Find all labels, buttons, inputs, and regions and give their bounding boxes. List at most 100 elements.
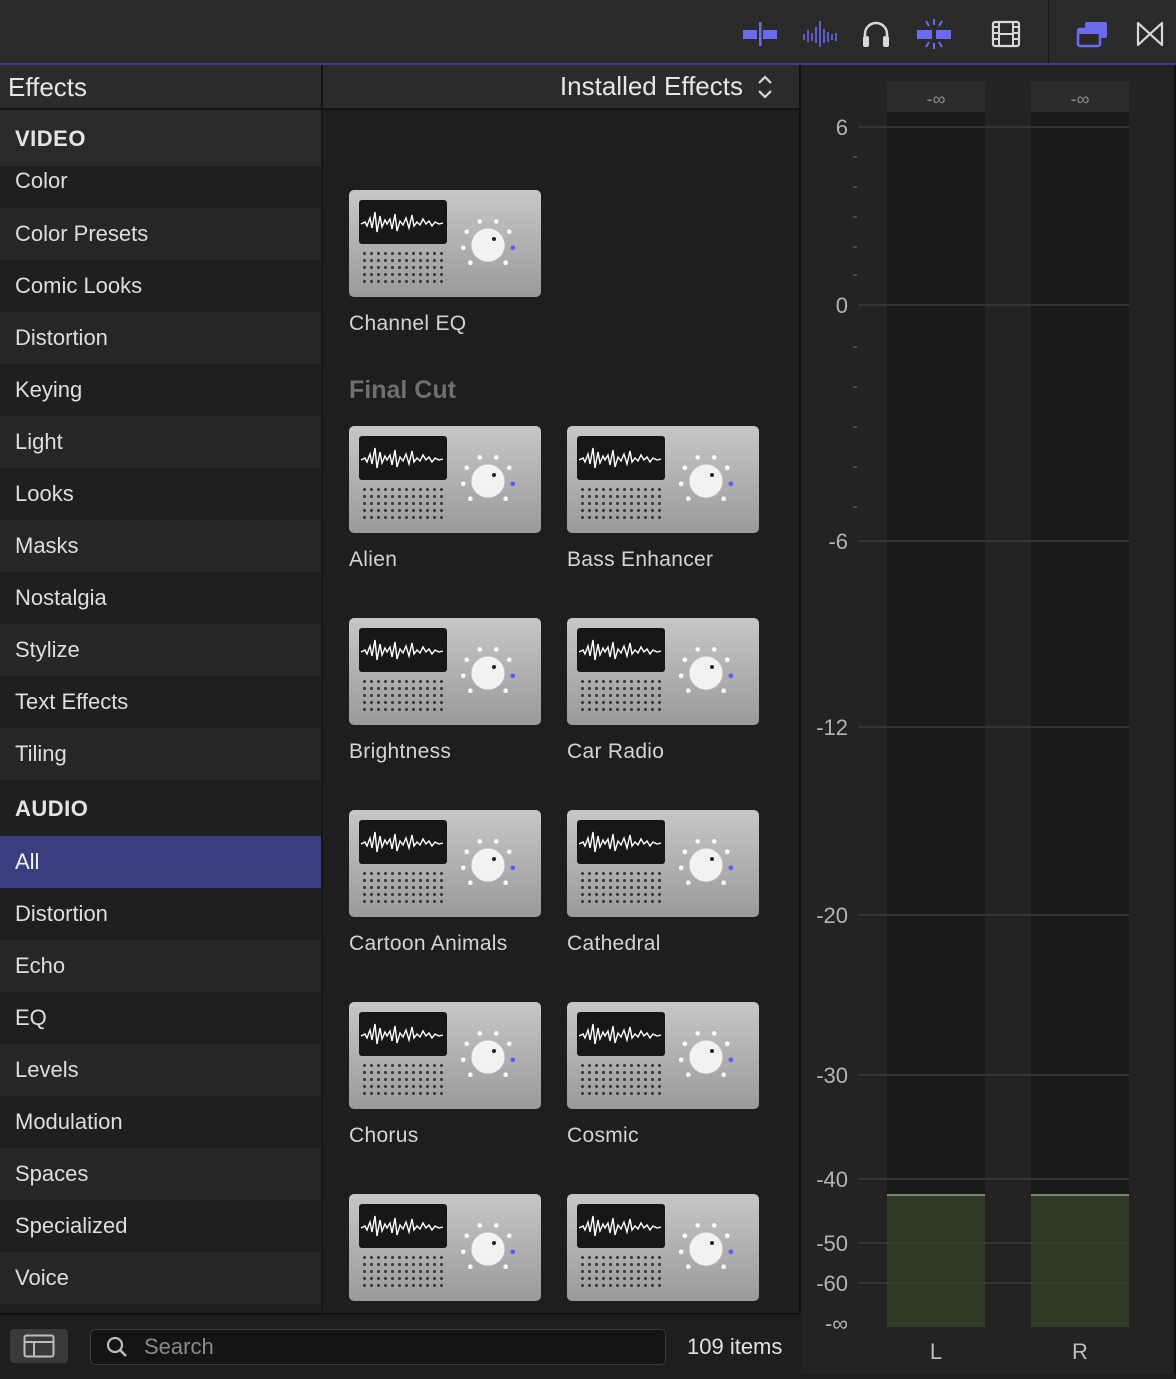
effect-tile-chorus[interactable]: Chorus [349,1002,541,1148]
scale-label: 6 [836,115,848,140]
items-count: 109 items [687,1334,783,1359]
speaker-grille-icon [361,678,447,714]
meter-channel-background [1031,112,1129,1327]
audio-effect-thumbnail [349,1002,541,1109]
waveform-screen-icon [577,1204,665,1248]
audio-effect-thumbnail [349,618,541,725]
sidebar-item-echo[interactable]: Echo [0,940,321,992]
effect-tile-cartoon-animals[interactable]: Cartoon Animals [349,810,541,956]
waveform-screen-icon [359,200,447,244]
effect-label: Channel EQ [349,312,467,335]
audio-effect-thumbnail [567,1002,759,1109]
effect-label: Bass Enhancer [567,548,714,571]
search-input[interactable] [144,1334,634,1360]
sidebar-item-spaces[interactable]: Spaces [0,1148,321,1200]
sidebar-item-nostalgia[interactable]: Nostalgia [0,572,321,624]
scale-label: -40 [816,1167,848,1192]
effect-tile-doubler[interactable]: Doubler [567,1194,759,1313]
meter-level-fill [1031,1195,1129,1327]
sidebar-item-keying[interactable]: Keying [0,364,321,416]
knob-icon [678,1031,734,1077]
knob-icon [460,839,516,885]
effect-tile-cosmic[interactable]: Cosmic [567,1002,759,1148]
waveform-screen-icon [359,628,447,672]
speaker-grille-icon [579,870,665,906]
sidebar-item-color[interactable]: Color [0,166,321,208]
audio-effect-thumbnail [349,190,541,297]
speaker-grille-icon [361,250,447,286]
speaker-grille-icon [361,1062,447,1098]
effect-label: Cathedral [567,932,661,955]
audio-effect-thumbnail [567,426,759,533]
speaker-grille-icon [579,678,665,714]
search-icon [106,1336,127,1357]
scale-label: -30 [816,1063,848,1088]
knob-icon [460,455,516,501]
meter-channel-background [887,112,985,1327]
knob-icon [460,219,516,265]
popup-chevron-icon[interactable] [755,73,775,101]
scale-label: -12 [816,715,848,740]
effect-tile-cathedral[interactable]: Cathedral [567,810,759,956]
sidebar-item-specialized[interactable]: Specialized [0,1200,321,1252]
meter-level-fill [887,1195,985,1327]
effect-tile-bass-enhancer[interactable]: Bass Enhancer [567,426,759,572]
filmstrip-icon[interactable] [988,14,1024,54]
sidebar-item-levels[interactable]: Levels [0,1044,321,1096]
sidebar-item-distortion[interactable]: Distortion [0,312,321,364]
waveform-screen-icon [359,1204,447,1248]
knob-icon [678,1223,734,1269]
audio-waveform-icon[interactable] [800,14,840,54]
sidebar-item-masks[interactable]: Masks [0,520,321,572]
toggle-sidebar-button[interactable] [10,1329,68,1363]
sidebar-item-light[interactable]: Light [0,416,321,468]
sidebar-item-color-presets[interactable]: Color Presets [0,208,321,260]
browser-header: Installed Effects [323,65,799,110]
effect-tile-car-radio[interactable]: Car Radio [567,618,759,764]
waveform-screen-icon [359,1012,447,1056]
search-box[interactable] [90,1329,666,1365]
speaker-grille-icon [361,870,447,906]
sidebar-item-voice[interactable]: Voice [0,1252,321,1304]
sidebar-item-looks[interactable]: Looks [0,468,321,520]
scale-label: -∞ [825,1311,848,1336]
effect-label: Car Radio [567,740,665,763]
sidebar-item-comic-looks[interactable]: Comic Looks [0,260,321,312]
sidebar-item-all[interactable]: All [0,836,321,888]
scale-label: -6 [828,529,848,554]
channel-label-r: R [1072,1339,1088,1364]
video-section-header: VIDEO [0,110,321,166]
effects-sidebar: Effects VIDEO Color Color Presets Comic … [0,65,323,1313]
waveform-screen-icon [359,436,447,480]
sidebar-item-stylize[interactable]: Stylize [0,624,321,676]
effect-tile-channel-eq[interactable]: Channel EQ [349,190,541,336]
bowtie-icon[interactable] [1132,14,1168,54]
installed-effects-popup[interactable]: Installed Effects [560,71,743,102]
audio-effect-thumbnail [567,810,759,917]
scale-label: -50 [816,1231,848,1256]
audio-effect-thumbnail [349,810,541,917]
snapping-icon[interactable] [912,14,956,54]
overlap-windows-icon[interactable] [1072,14,1112,54]
audio-effect-thumbnail [567,1194,759,1301]
effect-label: Cosmic [567,1124,639,1147]
knob-icon [460,647,516,693]
waveform-screen-icon [577,1012,665,1056]
waveform-screen-icon [577,436,665,480]
sidebar-item-eq[interactable]: EQ [0,992,321,1044]
audio-meter-graph: -∞ L -∞ R 6 0 -6 -12 -20 -30 -40 -50 -60 -∞ [816,65,1176,1374]
headphones-icon[interactable] [858,14,894,54]
sidebar-item-modulation[interactable]: Modulation [0,1096,321,1148]
effect-tile-disguised[interactable]: Disguised [349,1194,541,1313]
audio-skimming-icon[interactable] [740,14,780,54]
sidebar-item-tiling[interactable]: Tiling [0,728,321,780]
knob-icon [678,647,734,693]
knob-icon [460,1223,516,1269]
sidebar-item-audio-distortion[interactable]: Distortion [0,888,321,940]
waveform-screen-icon [577,628,665,672]
effect-tile-brightness[interactable]: Brightness [349,618,541,764]
toolbar [0,0,1176,65]
effect-tile-alien[interactable]: Alien [349,426,541,572]
scale-label: 0 [836,293,848,318]
sidebar-item-text-effects[interactable]: Text Effects [0,676,321,728]
